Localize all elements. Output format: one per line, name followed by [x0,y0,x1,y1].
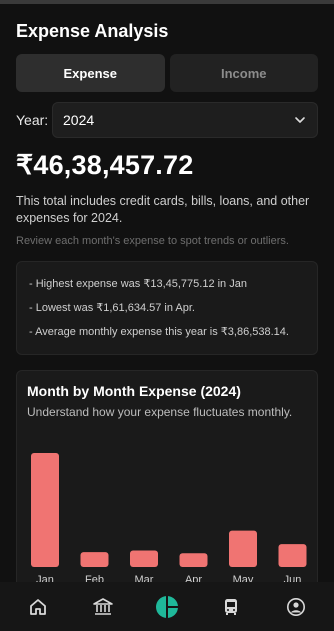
chart-bar-feb [80,552,109,567]
main-content: Expense Analysis Expense Income Year: 20… [0,4,334,582]
year-select[interactable]: 2024 [52,102,318,138]
chart-tick-mar: Mar [135,574,154,582]
chevron-down-icon [295,117,305,123]
chart-title: Month by Month Expense (2024) [27,383,241,399]
stat-average: - Average monthly expense this year is ₹… [29,326,289,338]
page-title: Expense Analysis [16,21,169,41]
tab-income[interactable]: Income [169,54,318,92]
bus-icon [225,598,238,615]
nav-home[interactable] [18,587,58,627]
nav-bank[interactable] [83,587,123,627]
chart-bar-may [229,530,257,567]
chart-subtitle: Understand how your expense fluctuates m… [27,405,293,419]
chart-tick-apr: Apr [185,574,202,582]
chart-bar-apr [179,553,208,567]
nav-profile[interactable] [276,587,316,627]
chart-tick-feb: Feb [85,574,104,582]
nav-transport[interactable] [211,587,251,627]
chart-bar-jan [31,453,59,567]
total-description: This total includes credit cards, bills,… [16,194,310,225]
bottom-nav [0,582,334,631]
chart-tick-jan: Jan [36,574,54,582]
chart-bar-mar [130,550,158,567]
year-label: Year: [16,112,49,128]
chart-tick-may: May [233,574,254,582]
monthly-chart-card: Month by Month Expense (2024) Understand… [16,370,318,582]
total-amount: ₹46,38,457.72 [16,150,194,180]
year-row: Year: 2024 [16,102,318,138]
type-tabs: Expense Income [16,54,318,92]
stat-highest: - Highest expense was ₹13,45,775.12 in J… [29,278,247,290]
profile-icon [286,597,305,616]
year-value: 2024 [63,112,95,128]
monthly-bar-chart: Jan Feb Mar Apr May Jun [31,453,307,582]
chart-bar-jun [278,544,307,567]
stat-lowest: - Lowest was ₹1,61,634.57 in Apr. [29,302,195,314]
nav-analysis[interactable] [147,587,187,627]
chart-tick-jun: Jun [284,574,302,582]
pie-chart-icon [155,595,178,618]
tab-expense[interactable]: Expense [16,54,165,92]
home-icon [30,598,47,615]
stats-box: - Highest expense was ₹13,45,775.12 in J… [16,261,318,355]
review-hint: Review each month's expense to spot tren… [16,235,289,247]
bank-icon [92,597,113,615]
